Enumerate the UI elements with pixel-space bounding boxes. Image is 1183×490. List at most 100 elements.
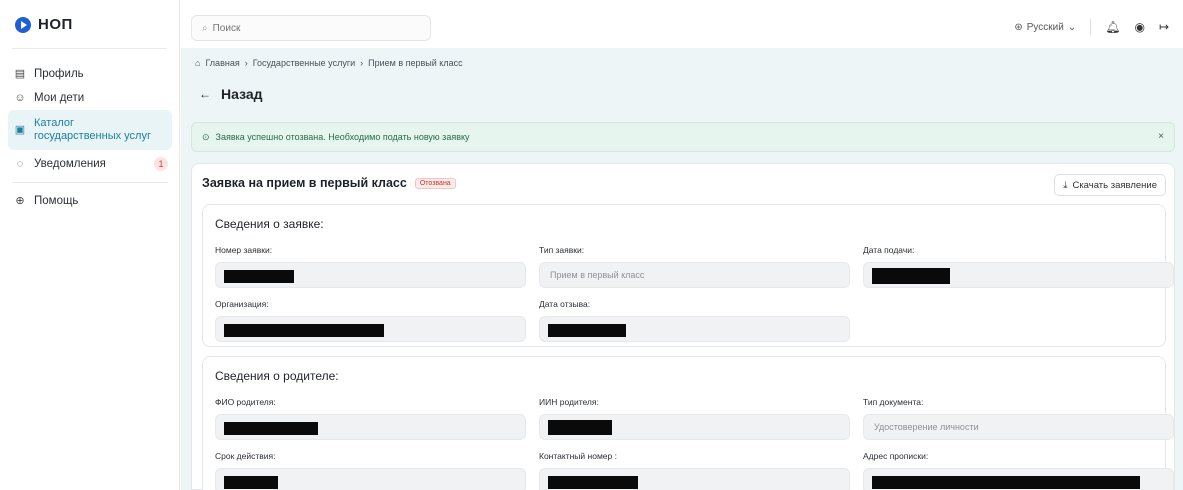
section-title: Сведения о заявке: xyxy=(215,217,324,231)
sidebar: НОП ▤ Профиль ☺ Мои дети ▣ Каталог госуд… xyxy=(0,0,180,490)
registration-address-field xyxy=(863,468,1174,490)
back-button[interactable]: ← Назад xyxy=(199,86,263,102)
arrow-left-icon: ← xyxy=(199,87,211,101)
logo-icon xyxy=(15,16,31,33)
redacted-value xyxy=(224,476,278,489)
check-circle-icon: ⊙ xyxy=(202,131,210,142)
redacted-value xyxy=(548,476,638,489)
sidebar-item-children[interactable]: ☺ Мои дети xyxy=(0,86,180,110)
breadcrumb-separator: › xyxy=(244,58,248,68)
logo[interactable]: НОП xyxy=(15,16,73,33)
sidebar-item-label: Каталог государственных услуг xyxy=(34,117,151,142)
field-label: Тип заявки: xyxy=(539,245,585,255)
field-parent-name: ФИО родителя: xyxy=(215,397,526,440)
field-label: Дата отзыва: xyxy=(539,299,591,309)
profile-card-icon: ▤ xyxy=(14,68,26,80)
field-label: ФИО родителя: xyxy=(215,397,276,407)
field-label: Организация: xyxy=(215,299,269,309)
catalog-icon: ▣ xyxy=(14,124,26,136)
logout-icon[interactable]: ↦ xyxy=(1159,20,1169,34)
home-icon: ⌂ xyxy=(195,58,201,68)
language-selector[interactable]: ⊛ Русский ⌄ xyxy=(1014,22,1076,33)
download-label: Скачать заявление xyxy=(1072,179,1157,191)
field-label: Срок действия: xyxy=(215,451,276,461)
redacted-value xyxy=(872,476,1140,489)
language-label: Русский xyxy=(1026,21,1064,33)
redacted-value xyxy=(224,270,294,283)
chevron-down-icon: ⌄ xyxy=(1067,21,1077,33)
sidebar-item-label: Профиль xyxy=(34,68,84,80)
notification-count-badge: 1 xyxy=(154,157,168,171)
download-icon: ⤓ xyxy=(1063,179,1068,191)
search-box[interactable]: ⌕ xyxy=(191,15,431,41)
sidebar-item-catalog[interactable]: ▣ Каталог государственных услуг xyxy=(8,110,172,150)
field-registration-address: Адрес прописки: xyxy=(863,451,1174,490)
sidebar-item-help[interactable]: ⊕ Помощь xyxy=(0,189,180,213)
section-title: Сведения о родителе: xyxy=(215,369,339,383)
field-application-number: Номер заявки: xyxy=(215,245,526,288)
bell-icon[interactable]: 🔔︎ xyxy=(1105,20,1120,34)
field-document-type: Тип документа: Удостоверение личности xyxy=(863,397,1174,440)
globe-icon: ⊛ xyxy=(1014,21,1023,33)
document-type-field: Удостоверение личности xyxy=(863,414,1174,440)
redacted-value xyxy=(548,420,612,435)
sidebar-item-label: Помощь xyxy=(34,195,79,207)
redacted-value xyxy=(224,324,384,337)
divider xyxy=(12,48,167,49)
redacted-value xyxy=(224,422,318,435)
search-input[interactable] xyxy=(212,22,413,34)
field-withdrawal-date: Дата отзыва: xyxy=(539,299,850,342)
field-parent-iin: ИИН родителя: xyxy=(539,397,850,440)
redacted-value xyxy=(548,324,626,337)
application-number-field xyxy=(215,262,526,288)
application-type-field: Прием в первый класс xyxy=(539,262,850,288)
user-icon[interactable]: ◉ xyxy=(1134,20,1144,34)
field-organization: Организация: xyxy=(215,299,526,342)
contact-number-field xyxy=(539,468,850,490)
breadcrumb-item-current: Прием в первый класс xyxy=(368,58,463,68)
topbar: ⌕ ⊛ Русский ⌄ 🔔︎ ◉ ↦ xyxy=(181,0,1183,48)
status-badge: Отозвана xyxy=(414,177,456,189)
field-validity-period: Срок действия: xyxy=(215,451,526,490)
notifications-icon: ◌ xyxy=(16,158,24,170)
field-label: Адрес прописки: xyxy=(863,451,929,461)
breadcrumb-item-services[interactable]: Государственные услуги xyxy=(253,58,355,68)
field-contact-number: Контактный номер : xyxy=(539,451,850,490)
sidebar-nav: ▤ Профиль ☺ Мои дети ▣ Каталог государст… xyxy=(0,62,180,213)
field-application-type: Тип заявки: Прием в первый класс xyxy=(539,245,850,288)
back-label: Назад xyxy=(221,86,263,102)
sidebar-item-label: Мои дети xyxy=(34,92,85,104)
help-icon: ⊕ xyxy=(15,195,25,207)
topbar-actions: ⊛ Русский ⌄ 🔔︎ ◉ ↦ xyxy=(1014,19,1169,35)
field-label: Тип документа: xyxy=(863,397,924,407)
organization-field xyxy=(215,316,526,342)
sidebar-item-notifications[interactable]: ◌ Уведомления 1 xyxy=(0,152,180,176)
divider xyxy=(1090,19,1092,35)
children-icon: ☺ xyxy=(14,92,26,104)
logo-text: НОП xyxy=(38,16,73,33)
search-icon: ⌕ xyxy=(202,22,208,34)
divider xyxy=(12,182,168,183)
validity-period-field xyxy=(215,468,526,490)
redacted-value xyxy=(872,268,950,284)
sidebar-item-label: Уведомления xyxy=(34,158,106,170)
download-application-button[interactable]: ⤓ Скачать заявление xyxy=(1054,174,1166,196)
parent-name-field xyxy=(215,414,526,440)
breadcrumb: ⌂ Главная › Государственные услуги › При… xyxy=(195,58,463,68)
breadcrumb-item-home[interactable]: Главная xyxy=(205,58,239,68)
breadcrumb-separator: › xyxy=(360,58,364,68)
sidebar-item-profile[interactable]: ▤ Профиль xyxy=(0,62,180,86)
withdrawal-date-field xyxy=(539,316,850,342)
parent-info-section: Сведения о родителе: ФИО родителя: ИИН р… xyxy=(202,356,1174,490)
field-label: Дата подачи: xyxy=(863,245,915,255)
alert-text: Заявка успешно отозвана. Необходимо пода… xyxy=(215,132,470,142)
field-submission-date: Дата подачи: xyxy=(863,245,1174,288)
field-label: Контактный номер : xyxy=(539,451,617,461)
field-label: ИИН родителя: xyxy=(539,397,599,407)
application-info-section: Сведения о заявке: Номер заявки: Тип зая… xyxy=(202,204,1174,347)
main-content: ⌂ Главная › Государственные услуги › При… xyxy=(181,48,1183,490)
close-icon[interactable]: × xyxy=(1158,131,1164,142)
field-label: Номер заявки: xyxy=(215,245,273,255)
application-panel: Заявка на прием в первый класс Отозвана … xyxy=(191,163,1175,490)
parent-iin-field xyxy=(539,414,850,440)
